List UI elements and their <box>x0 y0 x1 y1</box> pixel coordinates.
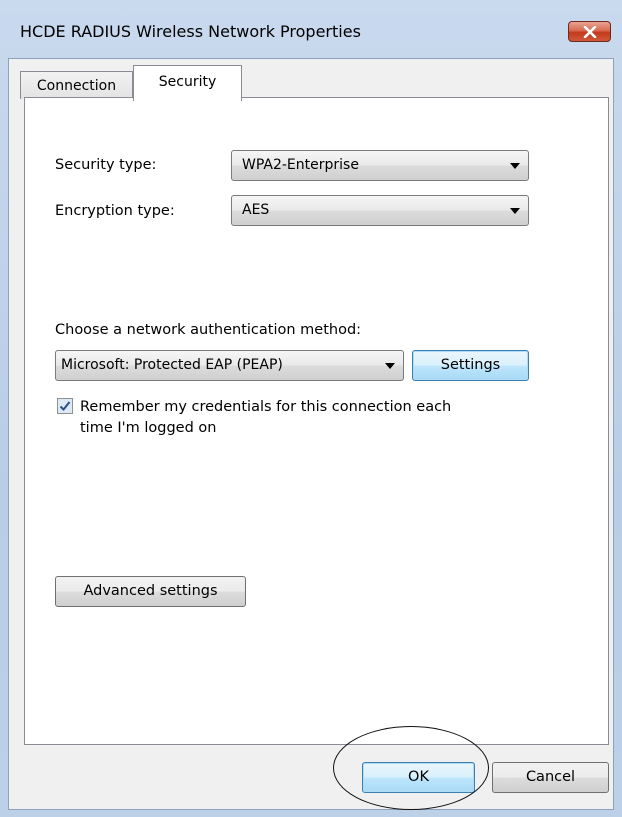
security-type-value: WPA2-Enterprise <box>242 157 359 173</box>
tab-security[interactable]: Security <box>133 65 242 101</box>
tab-security-label: Security <box>158 74 217 90</box>
title-bar[interactable]: HCDE RADIUS Wireless Network Properties <box>0 0 622 58</box>
encryption-type-label: Encryption type: <box>55 203 175 219</box>
ok-button-label: OK <box>408 769 429 785</box>
security-type-label: Security type: <box>55 157 157 173</box>
encryption-type-value: AES <box>242 202 270 218</box>
security-type-dropdown[interactable]: WPA2-Enterprise <box>231 150 529 181</box>
auth-method-value: Microsoft: Protected EAP (PEAP) <box>61 357 283 373</box>
encryption-type-dropdown[interactable]: AES <box>231 195 529 226</box>
settings-button[interactable]: Settings <box>412 350 529 381</box>
settings-button-label: Settings <box>440 357 501 373</box>
dialog-window: HCDE RADIUS Wireless Network Properties … <box>0 0 622 817</box>
close-button[interactable] <box>568 21 611 42</box>
remember-credentials-line2: time I'm logged on <box>80 420 217 436</box>
remember-credentials-label[interactable]: Remember my credentials for this connect… <box>80 397 451 439</box>
close-icon <box>583 25 596 38</box>
remember-credentials-line1: Remember my credentials for this connect… <box>80 399 452 415</box>
auth-method-label: Choose a network authentication method: <box>55 322 362 338</box>
remember-credentials-checkbox[interactable] <box>57 398 73 414</box>
advanced-settings-label: Advanced settings <box>83 583 218 599</box>
window-title: HCDE RADIUS Wireless Network Properties <box>20 22 361 41</box>
chevron-down-icon <box>510 208 520 214</box>
ok-button[interactable]: OK <box>362 762 475 793</box>
cancel-button[interactable]: Cancel <box>492 762 609 793</box>
cancel-button-label: Cancel <box>525 769 576 785</box>
auth-method-dropdown[interactable]: Microsoft: Protected EAP (PEAP) <box>55 350 404 381</box>
chevron-down-icon <box>385 363 395 369</box>
advanced-settings-button[interactable]: Advanced settings <box>55 576 246 607</box>
chevron-down-icon <box>510 163 520 169</box>
checkmark-icon <box>59 401 71 411</box>
tab-connection-label: Connection <box>36 78 117 94</box>
tab-connection[interactable]: Connection <box>20 71 133 99</box>
